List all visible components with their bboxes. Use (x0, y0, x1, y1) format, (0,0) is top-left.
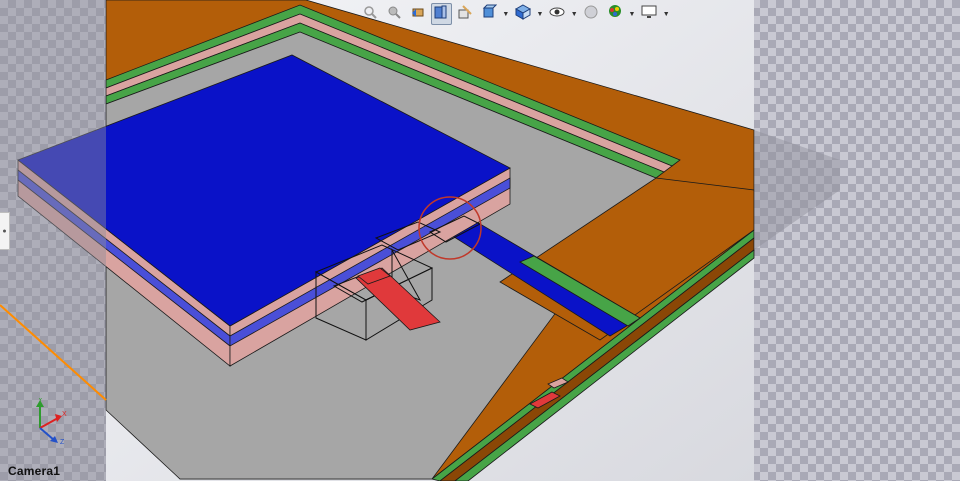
graphics-viewport[interactable]: ▼ ▼ ▼ ▼ ▼ ● Y X Z Camera1 (0, 0, 960, 481)
orientation-triad: Y X Z (36, 398, 67, 446)
feature-manager-expand-handle[interactable]: ● (0, 212, 10, 250)
chevron-down-icon[interactable]: ▼ (536, 3, 544, 25)
section-view-icon (433, 4, 449, 25)
right-translucent-overlay (754, 130, 840, 250)
previous-view-icon (410, 4, 426, 25)
view-orientation-icon (481, 4, 497, 25)
apply-scene-icon (607, 4, 623, 25)
chevron-down-icon[interactable]: ▼ (662, 3, 670, 25)
view-orientation-button[interactable] (478, 3, 499, 25)
zoom-to-area-button[interactable] (384, 3, 405, 25)
edit-appearance-button[interactable] (581, 3, 602, 25)
chevron-right-icon: ● (2, 227, 7, 235)
dynamic-annotation-icon (457, 4, 473, 25)
camera-name-label: Camera1 (8, 464, 61, 478)
hide-show-items-icon (549, 4, 565, 25)
dynamic-annotation-button[interactable] (455, 3, 476, 25)
chevron-down-icon[interactable]: ▼ (502, 3, 510, 25)
triad-z-label: Z (60, 439, 65, 446)
zoom-to-fit-button[interactable] (360, 3, 381, 25)
zoom-to-area-icon (386, 4, 402, 25)
display-style-icon (514, 3, 531, 25)
chevron-down-icon[interactable]: ▼ (570, 3, 578, 25)
section-view-button[interactable] (431, 3, 452, 25)
apply-scene-button[interactable] (605, 3, 626, 25)
zoom-to-fit-icon (362, 4, 378, 25)
display-style-button[interactable] (513, 3, 534, 25)
previous-view-button[interactable] (407, 3, 428, 25)
edit-appearance-icon (583, 4, 599, 25)
view-settings-icon (641, 4, 657, 25)
view-settings-button[interactable] (639, 3, 660, 25)
chevron-down-icon[interactable]: ▼ (628, 3, 636, 25)
triad-x-label: X (62, 411, 67, 418)
triad-y-label: Y (38, 398, 43, 404)
hide-show-items-button[interactable] (547, 3, 568, 25)
heads-up-view-toolbar: ▼ ▼ ▼ ▼ ▼ (360, 1, 670, 27)
model-scene[interactable] (0, 0, 960, 481)
